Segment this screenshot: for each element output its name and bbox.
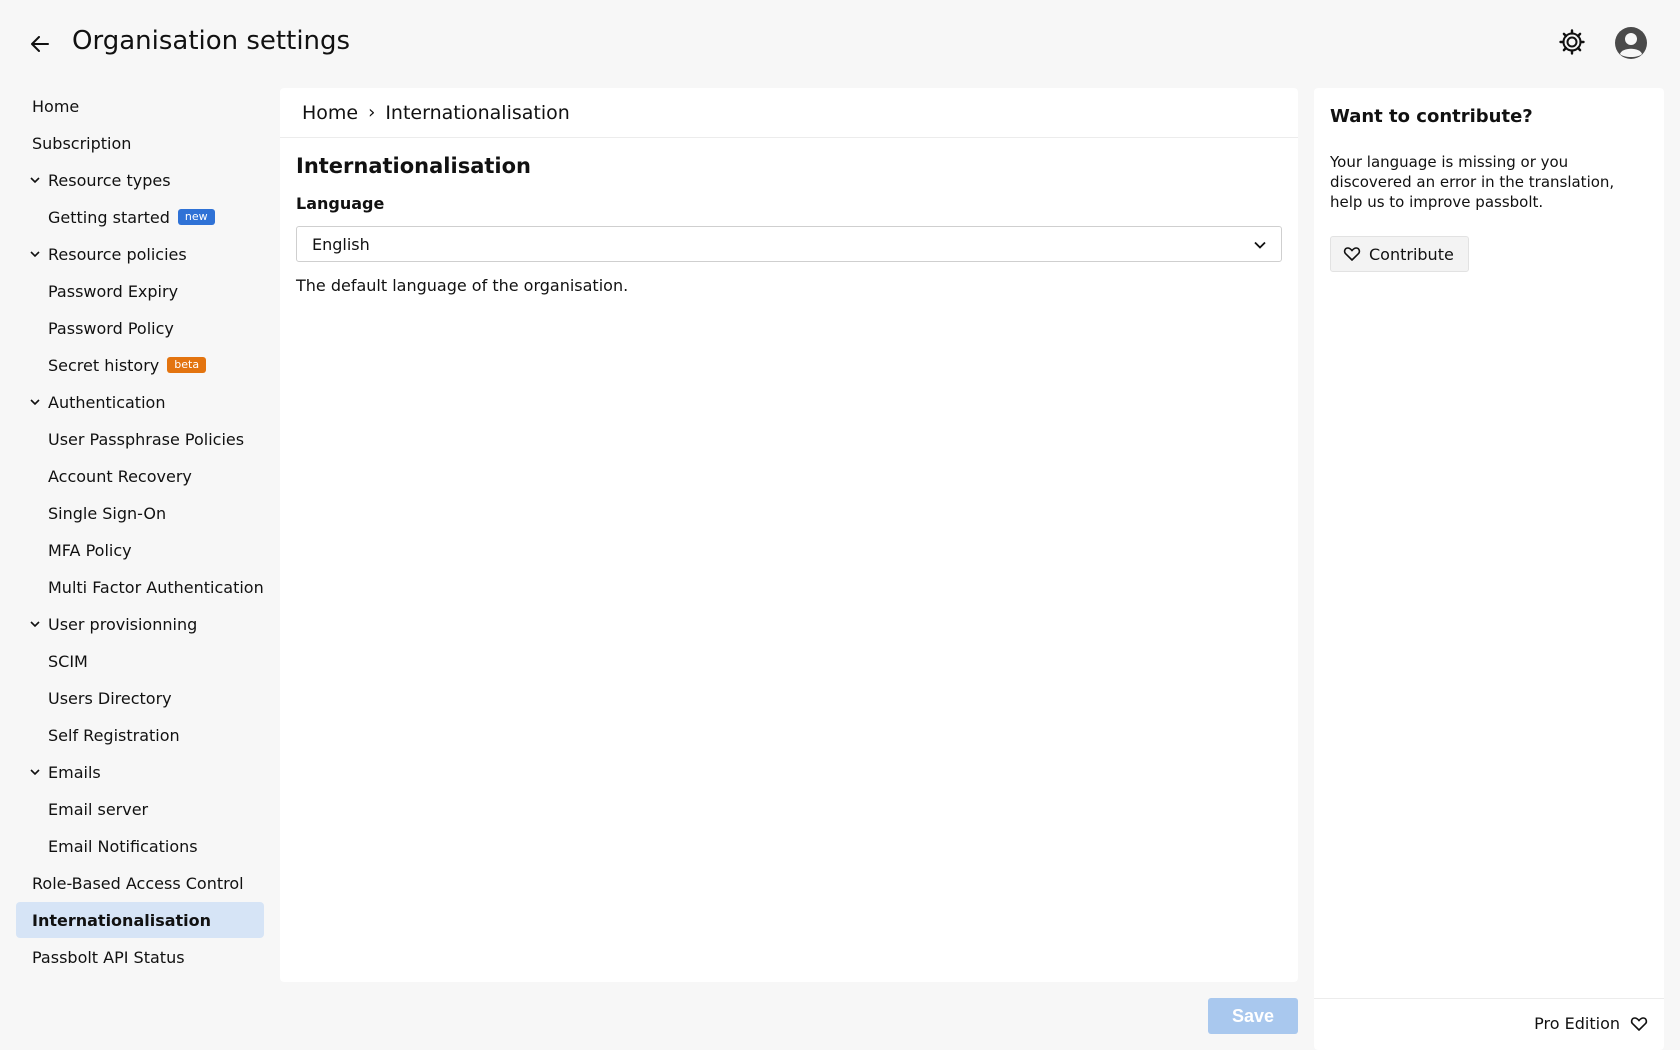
sidebar-item-label: Account Recovery: [48, 466, 192, 486]
sidebar-item-label: Getting started: [48, 207, 170, 227]
divider: [1314, 998, 1664, 999]
sidebar-item-internationalisation[interactable]: Internationalisation: [16, 902, 264, 938]
top-header: Organisation settings: [0, 0, 1680, 88]
sidebar-item-email-server[interactable]: Email server: [16, 791, 264, 827]
sidebar-item-label: Email Notifications: [48, 836, 198, 856]
breadcrumb-current[interactable]: Internationalisation: [385, 102, 569, 124]
heart-icon: [1343, 245, 1361, 263]
back-arrow-icon[interactable]: [28, 30, 52, 58]
contribute-label: Contribute: [1369, 244, 1454, 264]
heart-icon: [1630, 1015, 1648, 1033]
sidebar-item-getting-started[interactable]: Getting started new: [16, 199, 264, 235]
sidebar-item-mfa-policy[interactable]: MFA Policy: [16, 532, 264, 568]
sidebar-item-account-recovery[interactable]: Account Recovery: [16, 458, 264, 494]
sidebar-item-password-policy[interactable]: Password Policy: [16, 310, 264, 346]
avatar[interactable]: [1614, 26, 1648, 60]
sidebar-item-passbolt-api-status[interactable]: Passbolt API Status: [16, 939, 264, 975]
chevron-down-icon: [30, 620, 46, 628]
sidebar-group-emails[interactable]: Emails: [16, 754, 264, 790]
sidebar-item-label: Resource policies: [48, 244, 187, 264]
sidebar-item-label: Password Expiry: [48, 281, 179, 301]
breadcrumb: Home › Internationalisation: [280, 88, 1298, 138]
sidebar-item-password-expiry[interactable]: Password Expiry: [16, 273, 264, 309]
sidebar-item-email-notifications[interactable]: Email Notifications: [16, 828, 264, 864]
sidebar-item-secret-history[interactable]: Secret history beta: [16, 347, 264, 383]
sidebar-item-single-sign-on[interactable]: Single Sign-On: [16, 495, 264, 531]
sidebar-item-label: Role-Based Access Control: [32, 873, 244, 893]
sidebar-item-subscription[interactable]: Subscription: [16, 125, 264, 161]
sidebar-item-label: Emails: [48, 762, 101, 782]
gear-icon[interactable]: [1558, 28, 1586, 56]
language-help-text: The default language of the organisation…: [296, 276, 629, 295]
sidebar-item-scim[interactable]: SCIM: [16, 643, 264, 679]
sidebar-item-label: Secret history: [48, 355, 160, 375]
language-label: Language: [296, 194, 385, 213]
sidebar-item-label: Resource types: [48, 170, 171, 190]
sidebar-group-resource-policies[interactable]: Resource policies: [16, 236, 264, 272]
sidebar-item-multi-factor-authentication[interactable]: Multi Factor Authentication: [16, 569, 264, 605]
sidebar-group-resource-types[interactable]: Resource types: [16, 162, 264, 198]
chevron-down-icon: [1253, 237, 1267, 251]
sidebar-item-user-passphrase-policies[interactable]: User Passphrase Policies: [16, 421, 264, 457]
contribute-button[interactable]: Contribute: [1330, 236, 1469, 272]
sidebar-item-label: Email server: [48, 799, 149, 819]
save-button[interactable]: Save: [1208, 998, 1298, 1034]
sidebar-item-label: Self Registration: [48, 725, 180, 745]
sidebar-item-label: User provisionning: [48, 614, 198, 634]
breadcrumb-home[interactable]: Home: [302, 102, 358, 124]
sidebar-item-label: Subscription: [32, 133, 132, 153]
section-title: Internationalisation: [296, 154, 531, 178]
sidebar-item-label: MFA Policy: [48, 540, 132, 560]
chevron-down-icon: [30, 768, 46, 776]
sidebar-item-label: SCIM: [48, 651, 88, 671]
sidebar-item-label: Home: [32, 96, 80, 116]
sidebar-item-label: Users Directory: [48, 688, 172, 708]
chevron-down-icon: [30, 250, 46, 258]
sidebar-item-role-based-access-control[interactable]: Role-Based Access Control: [16, 865, 264, 901]
sidebar-item-label: Internationalisation: [32, 910, 212, 930]
chevron-down-icon: [30, 176, 46, 184]
language-select[interactable]: English: [296, 226, 1282, 262]
sidebar-item-label: User Passphrase Policies: [48, 429, 245, 449]
aside-text: Your language is missing or you discover…: [1330, 153, 1615, 211]
sidebar-item-label: Passbolt API Status: [32, 947, 185, 967]
sidebar-item-label: Multi Factor Authentication: [48, 577, 264, 597]
help-sidebar: Want to contribute? Your language is mis…: [1314, 88, 1664, 1050]
sidebar-group-user-provisionning[interactable]: User provisionning: [16, 606, 264, 642]
sidebar-item-users-directory[interactable]: Users Directory: [16, 680, 264, 716]
breadcrumb-separator: ›: [368, 102, 376, 123]
sidebar-item-label: Password Policy: [48, 318, 174, 338]
beta-badge: beta: [167, 357, 207, 373]
sidebar-item-label: Single Sign-On: [48, 503, 167, 523]
aside-title: Want to contribute?: [1330, 106, 1533, 127]
main-panel: Home › Internationalisation Internationa…: [280, 88, 1298, 982]
chevron-down-icon: [30, 398, 46, 406]
sidebar-item-home[interactable]: Home: [16, 88, 264, 124]
language-select-value: English: [312, 234, 370, 254]
edition-label: Pro Edition: [1534, 1014, 1620, 1033]
page-title: Organisation settings: [72, 26, 351, 56]
pro-edition-link[interactable]: Pro Edition: [1534, 1014, 1648, 1033]
new-badge: new: [177, 209, 215, 225]
sidebar-group-authentication[interactable]: Authentication: [16, 384, 264, 420]
sidebar-item-label: Authentication: [48, 392, 166, 412]
sidebar-item-self-registration[interactable]: Self Registration: [16, 717, 264, 753]
